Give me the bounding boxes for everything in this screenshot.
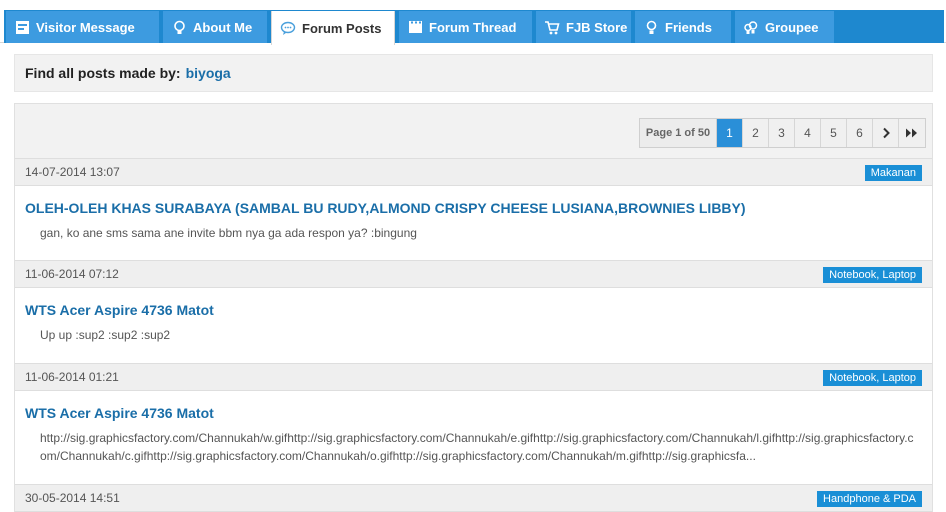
post-date: 11-06-2014 01:21 xyxy=(25,370,119,384)
post-header: 30-05-2014 14:51 Handphone & PDA xyxy=(15,484,932,512)
post-item: 30-05-2014 14:51 Handphone & PDA xyxy=(15,484,932,512)
post-excerpt: Up up :sup2 :sup2 :sup2 xyxy=(40,328,171,342)
tab-label: Visitor Message xyxy=(36,19,135,35)
tab-friends[interactable]: Friends xyxy=(635,11,731,43)
next-page-button[interactable] xyxy=(873,119,899,147)
tab-label: Groupee xyxy=(765,19,819,35)
chevron-right-icon xyxy=(882,127,890,139)
tab-strip: Visitor Message About Me Forum Posts For… xyxy=(4,10,944,45)
post-title-link[interactable]: WTS Acer Aspire 4736 Matot xyxy=(25,302,922,318)
tab-label: Friends xyxy=(665,19,712,35)
page-2-button[interactable]: 2 xyxy=(743,119,769,147)
profile-tab-bar: Visitor Message About Me Forum Posts For… xyxy=(0,0,946,45)
category-badge[interactable]: Notebook, Laptop xyxy=(823,370,922,386)
tab-visitor-message[interactable]: Visitor Message xyxy=(6,11,159,43)
tab-label: About Me xyxy=(193,19,253,35)
posts-list: 14-07-2014 13:07 Makanan OLEH-OLEH KHAS … xyxy=(14,158,933,512)
page-info: Page 1 of 50 xyxy=(640,119,717,147)
pagination-area: Page 1 of 50 1 2 3 4 5 6 xyxy=(14,103,933,158)
page-5-button[interactable]: 5 xyxy=(821,119,847,147)
post-title-link[interactable]: OLEH-OLEH KHAS SURABAYA (SAMBAL BU RUDY,… xyxy=(25,200,922,216)
post-excerpt: gan, ko ane sms sama ane invite bbm nya … xyxy=(40,226,417,240)
category-badge[interactable]: Notebook, Laptop xyxy=(823,267,922,283)
category-badge[interactable]: Handphone & PDA xyxy=(817,491,922,507)
post-header: 14-07-2014 13:07 Makanan xyxy=(15,158,932,186)
page-6-button[interactable]: 6 xyxy=(847,119,873,147)
tab-label: FJB Store xyxy=(566,19,628,35)
post-body: WTS Acer Aspire 4736 Matot Up up :sup2 :… xyxy=(15,288,932,363)
post-item: 11-06-2014 07:12 Notebook, Laptop WTS Ac… xyxy=(15,260,932,363)
tab-groupee[interactable]: Groupee xyxy=(735,11,834,43)
double-chevron-right-icon xyxy=(906,128,917,138)
cart-icon xyxy=(544,19,560,35)
post-item: 14-07-2014 13:07 Makanan OLEH-OLEH KHAS … xyxy=(15,158,932,260)
post-body: OLEH-OLEH KHAS SURABAYA (SAMBAL BU RUDY,… xyxy=(15,186,932,260)
username-link[interactable]: biyoga xyxy=(186,65,231,81)
post-date: 30-05-2014 14:51 xyxy=(25,491,120,505)
tab-forum-posts[interactable]: Forum Posts xyxy=(271,11,395,45)
post-item: 11-06-2014 01:21 Notebook, Laptop WTS Ac… xyxy=(15,363,932,484)
tab-forum-thread[interactable]: Forum Thread xyxy=(399,11,532,43)
post-date: 14-07-2014 13:07 xyxy=(25,165,120,179)
find-posts-header: Find all posts made by: biyoga xyxy=(14,54,933,92)
post-title-link[interactable]: WTS Acer Aspire 4736 Matot xyxy=(25,405,922,421)
find-posts-label: Find all posts made by: xyxy=(25,65,181,81)
post-excerpt: http://sig.graphicsfactory.com/Channukah… xyxy=(40,431,914,463)
post-body: WTS Acer Aspire 4736 Matot http://sig.gr… xyxy=(15,391,932,484)
post-date: 11-06-2014 07:12 xyxy=(25,267,119,281)
page-3-button[interactable]: 3 xyxy=(769,119,795,147)
visitor-message-icon xyxy=(14,19,30,35)
post-header: 11-06-2014 07:12 Notebook, Laptop xyxy=(15,260,932,288)
film-icon xyxy=(407,19,423,35)
page-4-button[interactable]: 4 xyxy=(795,119,821,147)
person-icon xyxy=(643,19,659,35)
category-badge[interactable]: Makanan xyxy=(864,165,922,181)
tab-label: Forum Posts xyxy=(302,20,382,36)
page-1-button[interactable]: 1 xyxy=(717,119,743,147)
tab-about-me[interactable]: About Me xyxy=(163,11,267,43)
speech-bubble-icon xyxy=(280,20,296,36)
tab-label: Forum Thread xyxy=(429,19,517,35)
pagination: Page 1 of 50 1 2 3 4 5 6 xyxy=(639,118,926,148)
last-page-button[interactable] xyxy=(899,119,925,147)
post-header: 11-06-2014 01:21 Notebook, Laptop xyxy=(15,363,932,391)
group-icon xyxy=(743,19,759,35)
about-me-icon xyxy=(171,19,187,35)
tab-fjb-store[interactable]: FJB Store xyxy=(536,11,631,43)
